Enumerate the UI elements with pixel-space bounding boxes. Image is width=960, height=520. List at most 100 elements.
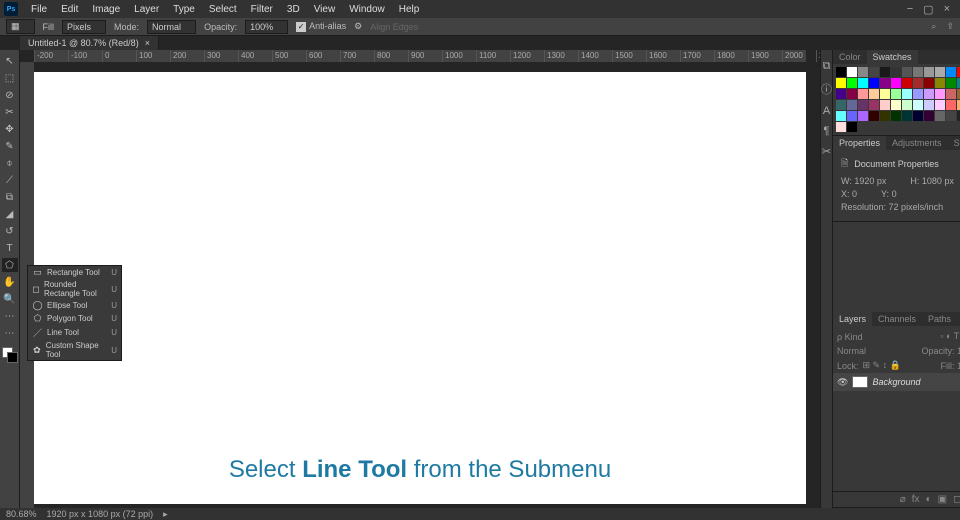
gear-icon[interactable]: ⚙ — [354, 21, 362, 32]
menu-3d[interactable]: 3D — [280, 2, 307, 17]
swatch[interactable] — [836, 122, 846, 132]
tool-dodge[interactable]: ↺ — [2, 224, 18, 238]
swatch[interactable] — [935, 67, 945, 77]
swatch[interactable] — [902, 78, 912, 88]
swatch[interactable] — [836, 89, 846, 99]
scissors-icon[interactable]: ✂ — [822, 145, 831, 158]
tool-extra1[interactable]: ⋯ — [2, 309, 18, 323]
swatch[interactable] — [891, 89, 901, 99]
swatch[interactable] — [869, 100, 879, 110]
swatch[interactable] — [869, 111, 879, 121]
tab-swatches[interactable]: Swatches — [867, 50, 918, 64]
tool-history[interactable]: ⧉ — [2, 190, 18, 204]
swatch[interactable] — [880, 100, 890, 110]
layer-row-background[interactable]: 👁 Background 🔒 — [833, 373, 960, 391]
tool-preset[interactable]: ▦ — [6, 19, 35, 34]
swatch[interactable] — [880, 67, 890, 77]
tool-marquee[interactable]: ⬚ — [2, 71, 18, 85]
swatch[interactable] — [880, 111, 890, 121]
swatch[interactable] — [935, 78, 945, 88]
swatch[interactable] — [924, 78, 934, 88]
menu-image[interactable]: Image — [85, 2, 127, 17]
swatch[interactable] — [880, 78, 890, 88]
swatch[interactable] — [935, 89, 945, 99]
mask-icon[interactable]: ◐ — [926, 494, 932, 505]
swatch[interactable] — [924, 100, 934, 110]
swatch[interactable] — [836, 78, 846, 88]
swatch[interactable] — [847, 100, 857, 110]
swatch[interactable] — [913, 100, 923, 110]
tool-lasso[interactable]: ⊘ — [2, 88, 18, 102]
menu-type[interactable]: Type — [166, 2, 202, 17]
unit-select[interactable]: Pixels — [62, 20, 106, 34]
doc-tab-close[interactable]: × — [145, 38, 150, 48]
frame-icon[interactable]: ⧉ — [823, 60, 831, 73]
swatch[interactable] — [869, 78, 879, 88]
maximize-button[interactable]: ▢ — [923, 3, 933, 16]
flyout-item[interactable]: ◻Rounded Rectangle ToolU — [28, 279, 121, 299]
minimize-button[interactable]: − — [907, 3, 913, 16]
tab-color[interactable]: Color — [833, 50, 867, 64]
swatch[interactable] — [902, 111, 912, 121]
align-edges[interactable]: Align Edges — [370, 22, 418, 32]
swatch[interactable] — [946, 89, 956, 99]
swatch[interactable] — [836, 67, 846, 77]
blend-mode[interactable]: Normal — [837, 346, 866, 356]
menu-filter[interactable]: Filter — [244, 2, 280, 17]
tab-properties[interactable]: Properties — [833, 136, 886, 150]
antialias-check[interactable]: ✓Anti-alias — [296, 21, 346, 32]
swatch[interactable] — [902, 100, 912, 110]
tab-paths[interactable]: Paths — [922, 312, 957, 326]
swatch[interactable] — [858, 78, 868, 88]
swatch[interactable] — [836, 111, 846, 121]
menu-view[interactable]: View — [307, 2, 343, 17]
swatch[interactable] — [902, 67, 912, 77]
new-layer-icon[interactable]: ◻ — [953, 494, 960, 505]
doc-tab[interactable]: Untitled-1 @ 80.7% (Red/8) × — [20, 36, 159, 50]
tool-hand[interactable]: ✋ — [2, 275, 18, 289]
eye-icon[interactable]: 👁 — [837, 377, 848, 388]
swatch[interactable] — [847, 67, 857, 77]
tool-heal[interactable]: ✎ — [2, 139, 18, 153]
layer-filter[interactable]: ρ Kind — [837, 332, 863, 342]
swatch[interactable] — [913, 89, 923, 99]
menu-select[interactable]: Select — [202, 2, 244, 17]
tool-stamp[interactable]: ⟋ — [2, 173, 18, 187]
swatch[interactable] — [946, 111, 956, 121]
tool-zoom[interactable]: 🔍 — [2, 292, 18, 306]
swatch[interactable] — [891, 111, 901, 121]
flyout-item[interactable]: ／Line ToolU — [28, 325, 121, 340]
flyout-item[interactable]: ◯Ellipse ToolU — [28, 299, 121, 312]
paragraph-icon[interactable]: ¶ — [824, 125, 830, 137]
swatch[interactable] — [858, 100, 868, 110]
menu-window[interactable]: Window — [342, 2, 392, 17]
link-icon[interactable]: ⌀ — [900, 494, 906, 505]
swatch[interactable] — [946, 100, 956, 110]
swatch[interactable] — [913, 111, 923, 121]
menu-file[interactable]: File — [24, 2, 54, 17]
swatch[interactable] — [924, 89, 934, 99]
menu-layer[interactable]: Layer — [127, 2, 166, 17]
tab-adjustments[interactable]: Adjustments — [886, 136, 948, 150]
flyout-item[interactable]: ⬠Polygon ToolU — [28, 312, 121, 325]
swatch[interactable] — [924, 67, 934, 77]
tab-styles[interactable]: Styles — [948, 136, 960, 150]
swatch[interactable] — [891, 67, 901, 77]
mode-select[interactable]: Normal — [147, 20, 196, 34]
tool-colors[interactable] — [2, 347, 18, 363]
swatch[interactable] — [847, 111, 857, 121]
swatch[interactable] — [847, 89, 857, 99]
info-icon[interactable]: ⓘ — [821, 81, 832, 97]
share-icon[interactable]: ⇪ — [946, 21, 954, 32]
swatch[interactable] — [891, 100, 901, 110]
swatch[interactable] — [847, 78, 857, 88]
swatch[interactable] — [935, 100, 945, 110]
tool-gradient[interactable]: ◢ — [2, 207, 18, 221]
canvas[interactable]: Select Line Tool from the Submenu — [34, 72, 806, 504]
tool-eyedropper[interactable]: ✥ — [2, 122, 18, 136]
swatch[interactable] — [869, 67, 879, 77]
fx-icon[interactable]: fx — [912, 494, 920, 505]
tool-crop[interactable]: ✂ — [2, 105, 18, 119]
zoom-level[interactable]: 80.68% — [6, 509, 37, 519]
swatch[interactable] — [913, 67, 923, 77]
